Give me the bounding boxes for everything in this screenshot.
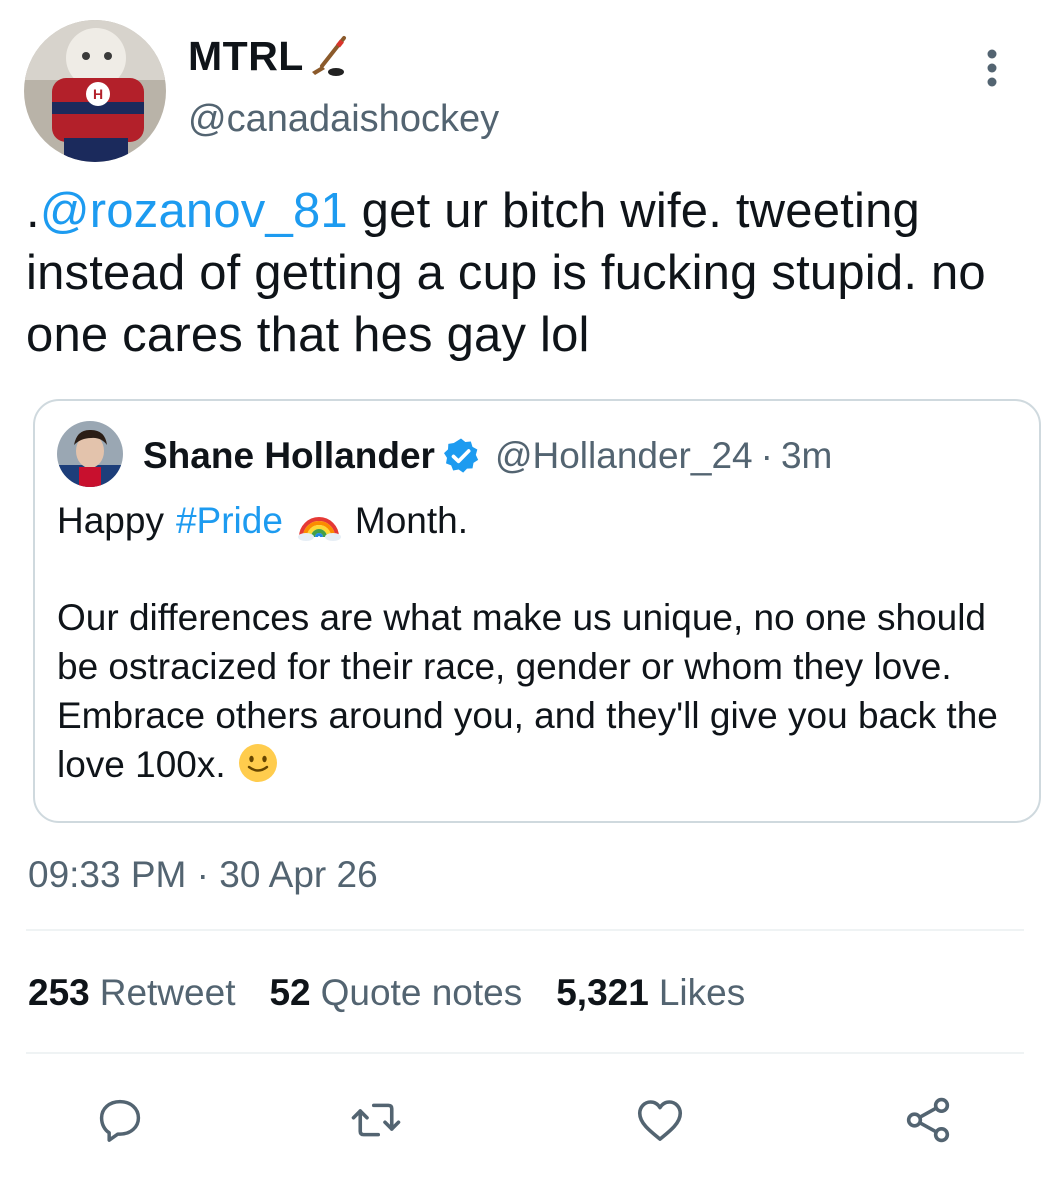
tweet-timestamp[interactable]: 09:33 PM · 30 Apr 26 [28, 852, 378, 898]
divider-top [26, 929, 1024, 931]
tweet-text: .@rozanov_81 get ur bitch wife. tweeting… [26, 180, 1026, 366]
quotes-label: Quote notes [320, 972, 523, 1013]
reply-button[interactable] [92, 1092, 148, 1148]
quoted-author-handle[interactable]: @Hollander_24 [495, 433, 753, 479]
like-button[interactable] [632, 1092, 688, 1148]
likes-count: 5,321 [556, 972, 649, 1013]
author-avatar[interactable]: H [24, 20, 166, 162]
tweet-prefix: . [26, 184, 40, 238]
more-options-button[interactable] [968, 44, 1016, 92]
pride-hashtag-link[interactable]: #Pride [176, 497, 283, 545]
hockey-stick-and-puck-icon [306, 32, 354, 80]
quoted-tweet-header: Shane Hollander @Hollander_24 · 3m [143, 433, 832, 479]
display-name-text: MTRL [188, 33, 304, 79]
verified-badge-icon [441, 436, 481, 476]
divider-bottom [26, 1052, 1024, 1054]
rainbow-icon [297, 499, 341, 543]
engagement-stats: 253 Retweet 52 Quote notes 5,321 Likes [28, 970, 779, 1016]
retweet-button[interactable] [348, 1092, 404, 1148]
retweets-count: 253 [28, 972, 90, 1013]
more-vertical-icon [987, 49, 997, 87]
quoted-author-name[interactable]: Shane Hollander [143, 433, 435, 479]
quoted-tweet-first-line: Happy #Pride Month. [57, 497, 468, 545]
like-icon [637, 1100, 683, 1141]
retweet-icon [351, 1103, 401, 1137]
reply-icon [99, 1099, 141, 1142]
quoted-separator: · [760, 435, 773, 476]
share-button[interactable] [900, 1092, 956, 1148]
quotes-count: 52 [269, 972, 311, 1013]
retweets-label: Retweet [99, 972, 236, 1013]
mention-link[interactable]: @rozanov_81 [40, 184, 348, 238]
slightly-smiling-face-icon [236, 741, 280, 785]
quoted-tweet-body: Our differences are what make us unique,… [57, 593, 1017, 789]
likes-label: Likes [658, 972, 746, 1013]
author-handle[interactable]: @canadaishockey [188, 96, 499, 142]
quotes-stat[interactable]: 52 Quote notes [269, 970, 522, 1016]
tweet-detail: H MTRL @canadaishockey .@rozanov_81 get … [0, 0, 1050, 1200]
svg-text:H: H [93, 86, 103, 102]
quoted-line1-before: Happy [57, 500, 164, 541]
quoted-body-text: Our differences are what make us unique,… [57, 597, 998, 785]
quoted-tweet-time[interactable]: 3m [781, 433, 832, 479]
retweets-stat[interactable]: 253 Retweet [28, 970, 235, 1016]
quoted-author-avatar[interactable] [57, 421, 123, 487]
share-icon [906, 1097, 950, 1143]
quoted-line1-after: Month. [354, 500, 469, 541]
likes-stat[interactable]: 5,321 Likes [556, 970, 745, 1016]
author-display-name[interactable]: MTRL [188, 32, 354, 80]
quoted-tweet-card[interactable]: Shane Hollander @Hollander_24 · 3m Happy… [33, 399, 1041, 823]
